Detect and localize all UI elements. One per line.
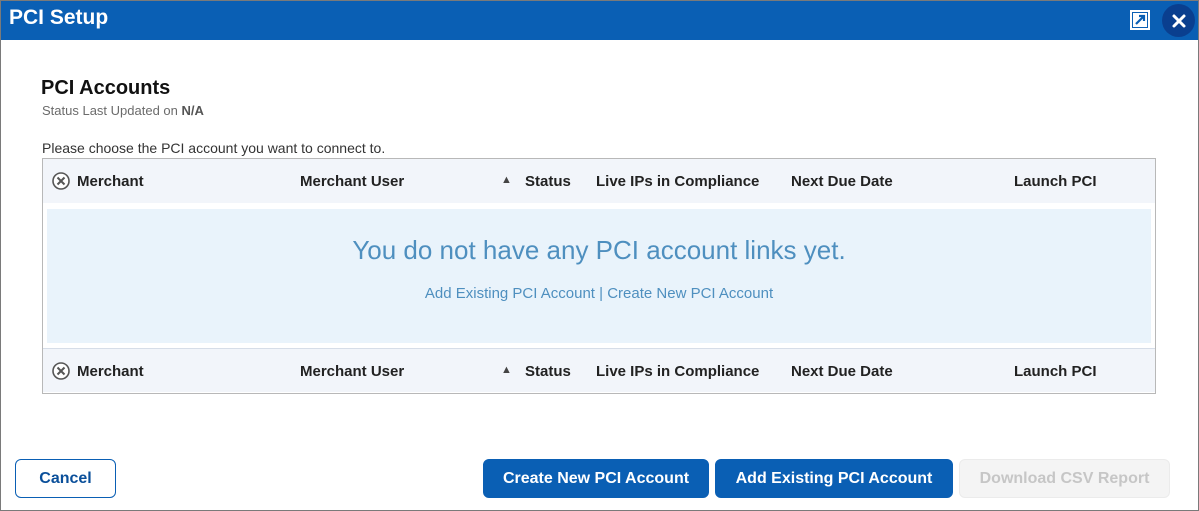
- column-launch-pci[interactable]: Launch PCI: [1014, 363, 1097, 380]
- column-merchant[interactable]: Merchant: [77, 173, 144, 190]
- status-value: N/A: [181, 103, 204, 118]
- add-existing-pci-account-button[interactable]: Add Existing PCI Account: [715, 459, 953, 498]
- empty-state-panel: You do not have any PCI account links ye…: [47, 209, 1151, 343]
- title-bar: PCI Setup: [1, 1, 1198, 40]
- link-separator: |: [594, 285, 608, 302]
- column-next-due-date[interactable]: Next Due Date: [791, 363, 893, 380]
- popout-icon[interactable]: [1129, 9, 1151, 31]
- cancel-button[interactable]: Cancel: [15, 459, 116, 498]
- column-merchant-user[interactable]: Merchant User: [300, 363, 404, 380]
- download-csv-report-button[interactable]: Download CSV Report: [959, 459, 1170, 498]
- table-footer-header: Merchant Merchant User ▲ Status Live IPs…: [43, 348, 1155, 392]
- column-merchant-user[interactable]: Merchant User: [300, 173, 404, 190]
- close-icon: [1172, 14, 1185, 27]
- pci-setup-dialog: PCI Setup PCI Accounts Status Last Updat…: [0, 0, 1199, 511]
- column-status[interactable]: Status: [525, 173, 571, 190]
- column-chooser-icon[interactable]: [52, 362, 70, 380]
- status-label: Status Last Updated on: [42, 103, 182, 118]
- section-title: PCI Accounts: [41, 77, 171, 99]
- add-existing-pci-link[interactable]: Add Existing PCI Account: [425, 285, 595, 302]
- pci-accounts-table: Merchant Merchant User ▲ Status Live IPs…: [42, 158, 1156, 394]
- sort-ascending-icon[interactable]: ▲: [501, 364, 512, 376]
- column-next-due-date[interactable]: Next Due Date: [791, 173, 893, 190]
- close-button[interactable]: [1162, 4, 1195, 37]
- column-live-ips[interactable]: Live IPs in Compliance: [596, 363, 759, 380]
- column-launch-pci[interactable]: Launch PCI: [1014, 173, 1097, 190]
- empty-state-message: You do not have any PCI account links ye…: [352, 235, 846, 265]
- instruction-text: Please choose the PCI account you want t…: [42, 140, 386, 156]
- sort-ascending-icon[interactable]: ▲: [501, 174, 512, 186]
- dialog-title: PCI Setup: [9, 6, 109, 29]
- column-chooser-icon[interactable]: [52, 172, 70, 190]
- table-header: Merchant Merchant User ▲ Status Live IPs…: [43, 159, 1155, 203]
- status-last-updated: Status Last Updated on N/A: [42, 103, 204, 118]
- column-live-ips[interactable]: Live IPs in Compliance: [596, 173, 759, 190]
- column-status[interactable]: Status: [525, 363, 571, 380]
- create-new-pci-account-button[interactable]: Create New PCI Account: [483, 459, 709, 498]
- column-merchant[interactable]: Merchant: [77, 363, 144, 380]
- create-new-pci-link[interactable]: Create New PCI Account: [607, 285, 773, 302]
- empty-state-links: Add Existing PCI Account | Create New PC…: [47, 285, 1151, 302]
